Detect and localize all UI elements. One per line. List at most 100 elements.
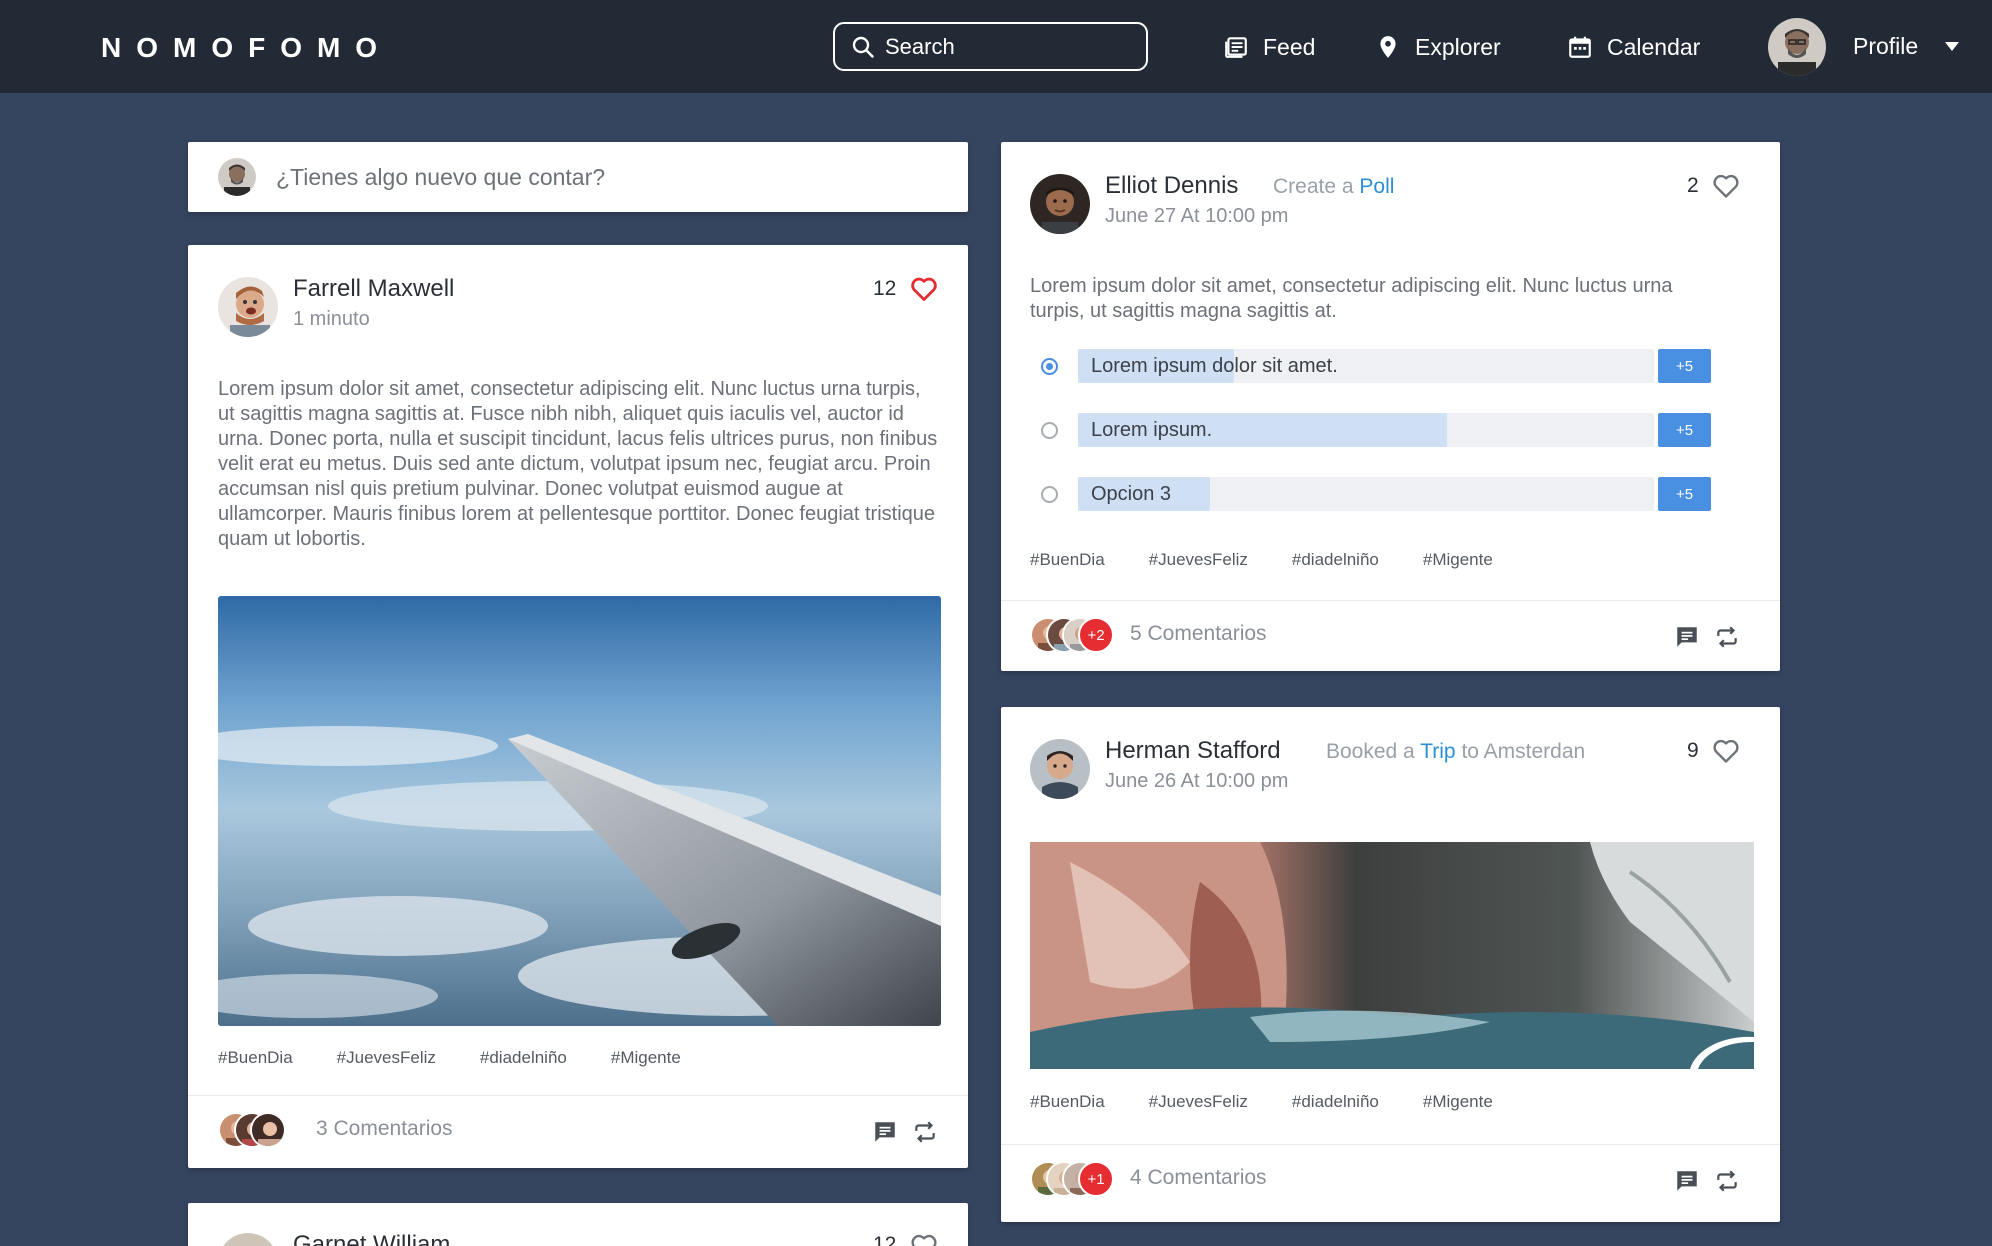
poll-option[interactable]: Lorem ipsum dolor sit amet. +5 (1031, 349, 1711, 383)
divider (1001, 600, 1780, 601)
comment-icon[interactable] (1674, 624, 1700, 650)
heart-icon[interactable] (910, 276, 938, 302)
divider (1001, 1144, 1780, 1145)
poll-bar[interactable]: Lorem ipsum. (1078, 413, 1654, 447)
repost-icon[interactable] (1714, 1168, 1740, 1194)
heart-icon[interactable] (910, 1233, 938, 1246)
author-avatar[interactable] (218, 277, 278, 337)
post-tags: #BuenDia #JuevesFeliz #diadelniño #Migen… (1030, 550, 1537, 570)
post-card-garnet: Garnet William 12 (188, 1203, 968, 1246)
post-card-herman: Herman Stafford Booked a Trip to Amsterd… (1001, 707, 1780, 1222)
action-text: to Amsterdan (1461, 740, 1586, 763)
poll-vote-button[interactable]: +5 (1658, 349, 1711, 383)
tag-link[interactable]: #BuenDia (218, 1048, 293, 1068)
trip-link[interactable]: Trip (1420, 740, 1455, 763)
tag-link[interactable]: #Migente (1423, 550, 1493, 570)
poll-option-label: Lorem ipsum dolor sit amet. (1091, 355, 1338, 377)
post-card-farrell: Farrell Maxwell 1 minuto 12 Lorem ipsum … (188, 245, 968, 1168)
poll-vote-button[interactable]: +5 (1658, 413, 1711, 447)
poll-bar[interactable]: Lorem ipsum dolor sit amet. (1078, 349, 1654, 383)
comment-icon[interactable] (1674, 1168, 1700, 1194)
like-count: 12 (873, 1233, 897, 1246)
commenter-avatar (250, 1112, 286, 1148)
top-navigation-bar: NOMOFOMO Search Feed Explorer Calendar P… (0, 0, 1992, 93)
divider (188, 1095, 968, 1096)
profile-avatar[interactable] (1768, 18, 1826, 76)
more-commenters-badge: +2 (1078, 617, 1114, 653)
tag-link[interactable]: #JuevesFeliz (1149, 1092, 1248, 1112)
comments-count[interactable]: 5 Comentarios (1130, 622, 1267, 646)
post-image-airplane-wing[interactable] (218, 596, 941, 1026)
author-name[interactable]: Elliot Dennis (1105, 172, 1238, 200)
nav-explorer[interactable]: Explorer (1375, 30, 1501, 64)
nav-calendar-label: Calendar (1607, 33, 1701, 60)
tag-link[interactable]: #Migente (1423, 1092, 1493, 1112)
repost-icon[interactable] (1714, 624, 1740, 650)
poll-radio[interactable] (1041, 358, 1058, 375)
tag-link[interactable]: #diadelniño (1292, 1092, 1379, 1112)
author-name[interactable]: Farrell Maxwell (293, 275, 454, 303)
nav-calendar[interactable]: Calendar (1567, 30, 1700, 64)
tag-link[interactable]: #JuevesFeliz (1149, 550, 1248, 570)
post-time: June 27 At 10:00 pm (1105, 205, 1289, 227)
poll-option-label: Lorem ipsum. (1091, 419, 1213, 441)
search-input[interactable]: Search (833, 22, 1148, 71)
comments-count[interactable]: 3 Comentarios (316, 1117, 453, 1141)
poll-option-label: Opcion 3 (1091, 483, 1172, 505)
new-post-composer[interactable]: ¿Tienes algo nuevo que contar? (188, 142, 968, 212)
tag-link[interactable]: #Migente (611, 1048, 681, 1068)
post-body: Lorem ipsum dolor sit amet, consectetur … (1030, 275, 1673, 322)
tag-link[interactable]: #JuevesFeliz (337, 1048, 436, 1068)
action-text: Create a (1273, 175, 1354, 198)
author-avatar[interactable] (1030, 739, 1090, 799)
search-placeholder: Search (885, 33, 955, 59)
map-pin-icon (1380, 36, 1396, 58)
post-tags: #BuenDia #JuevesFeliz #diadelniño #Migen… (218, 1048, 725, 1068)
author-name[interactable]: Garnet William (293, 1231, 450, 1246)
heart-icon[interactable] (1712, 738, 1740, 764)
like-count: 2 (1687, 174, 1699, 197)
post-body: Lorem ipsum dolor sit amet, consectetur … (218, 378, 938, 550)
comments-count[interactable]: 4 Comentarios (1130, 1166, 1267, 1190)
chevron-down-icon[interactable] (1945, 42, 1959, 51)
poll-vote-button[interactable]: +5 (1658, 477, 1711, 511)
poll-radio[interactable] (1041, 422, 1058, 439)
like-count: 12 (873, 277, 897, 300)
profile-menu-label[interactable]: Profile (1853, 33, 1918, 60)
poll-link[interactable]: Poll (1359, 175, 1394, 198)
nav-feed[interactable]: Feed (1223, 30, 1315, 64)
post-image-sea-cave[interactable] (1030, 842, 1754, 1069)
composer-input[interactable]: ¿Tienes algo nuevo que contar? (276, 164, 605, 191)
poll-option[interactable]: Opcion 3 +5 (1031, 477, 1711, 511)
post-action: Booked a Trip to Amsterdan (1326, 740, 1585, 764)
feed-icon (1225, 37, 1247, 58)
repost-icon[interactable] (912, 1119, 938, 1145)
author-name[interactable]: Herman Stafford (1105, 737, 1281, 765)
post-action: Create a Poll (1273, 175, 1394, 199)
like-count: 9 (1687, 739, 1699, 762)
commenter-avatars[interactable] (218, 1112, 288, 1148)
tag-link[interactable]: #diadelniño (480, 1048, 567, 1068)
more-commenters-badge: +1 (1078, 1161, 1114, 1197)
heart-icon[interactable] (1712, 173, 1740, 199)
author-avatar[interactable] (218, 1233, 278, 1246)
calendar-icon (1569, 36, 1591, 58)
tag-link[interactable]: #BuenDia (1030, 550, 1105, 570)
post-tags: #BuenDia #JuevesFeliz #diadelniño #Migen… (1030, 1092, 1537, 1112)
poll-radio[interactable] (1041, 486, 1058, 503)
author-avatar[interactable] (1030, 174, 1090, 234)
nav-feed-label: Feed (1263, 33, 1316, 60)
post-time: 1 minuto (293, 308, 370, 330)
post-card-elliot-poll: Elliot Dennis Create a Poll June 27 At 1… (1001, 142, 1780, 671)
commenter-avatars[interactable]: +2 (1030, 617, 1120, 653)
nav-explorer-label: Explorer (1415, 33, 1501, 60)
composer-avatar (218, 158, 256, 196)
tag-link[interactable]: #diadelniño (1292, 550, 1379, 570)
post-time: June 26 At 10:00 pm (1105, 770, 1289, 792)
poll-option[interactable]: Lorem ipsum. +5 (1031, 413, 1711, 447)
tag-link[interactable]: #BuenDia (1030, 1092, 1105, 1112)
app-logo[interactable]: NOMOFOMO (101, 32, 392, 64)
comment-icon[interactable] (872, 1119, 898, 1145)
poll-bar[interactable]: Opcion 3 (1078, 477, 1654, 511)
commenter-avatars[interactable]: +1 (1030, 1161, 1120, 1197)
